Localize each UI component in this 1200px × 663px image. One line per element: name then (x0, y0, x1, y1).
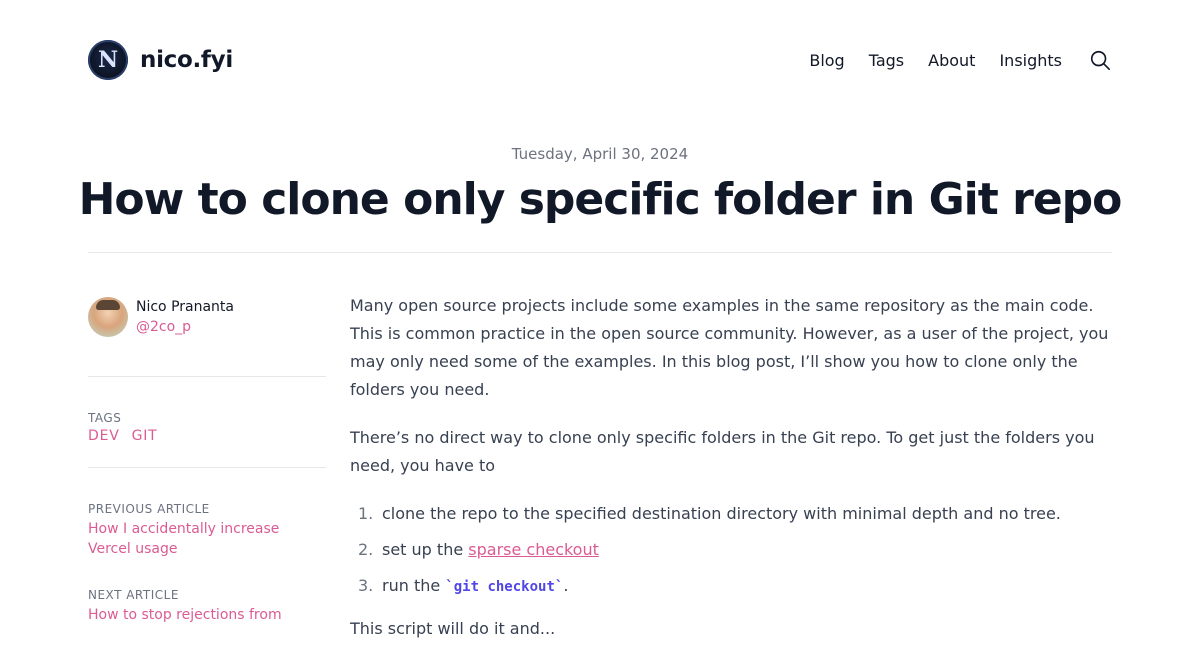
list-text: clone the repo to the specified destinat… (382, 504, 1061, 523)
logo-letter: N (97, 47, 119, 73)
previous-article: PREVIOUS ARTICLE How I accidentally incr… (88, 501, 326, 559)
search-button[interactable] (1088, 48, 1112, 72)
author-card: Nico Prananta @2co_p (88, 296, 326, 338)
main-nav: Blog Tags About Insights (809, 48, 1112, 72)
post-content: Many open source projects include some e… (350, 292, 1112, 663)
title-divider (88, 252, 1112, 253)
site-name[interactable]: nico.fyi (140, 47, 233, 73)
list-number: 2. (358, 540, 374, 559)
tag-dev[interactable]: DEV (88, 428, 120, 444)
post-sidebar: Nico Prananta @2co_p TAGS DEV GIT PREVIO… (88, 296, 326, 625)
list-number: 3. (358, 576, 374, 595)
author-handle[interactable]: @2co_p (136, 317, 234, 337)
brand[interactable]: N nico.fyi (88, 40, 233, 80)
tag-git[interactable]: GIT (132, 428, 158, 444)
post-date: Tuesday, April 30, 2024 (511, 145, 689, 163)
nav-tags[interactable]: Tags (869, 51, 904, 70)
next-article: NEXT ARTICLE How to stop rejections from (88, 587, 326, 625)
nav-about[interactable]: About (928, 51, 975, 70)
previous-article-link[interactable]: How I accidentally increase Vercel usage (88, 519, 326, 559)
list-text-suffix: . (563, 576, 569, 595)
tags-section: TAGS DEV GIT (88, 410, 326, 444)
sparse-checkout-link[interactable]: sparse checkout (468, 540, 599, 559)
site-logo[interactable]: N (88, 40, 128, 80)
list-text: run the `git checkout`. (382, 572, 568, 601)
list-number: 1. (358, 504, 374, 523)
avatar (88, 297, 128, 337)
nav-blog[interactable]: Blog (809, 51, 844, 70)
paragraph: Many open source projects include some e… (350, 296, 1109, 399)
author-name: Nico Prananta (136, 299, 234, 315)
next-article-link[interactable]: How to stop rejections from (88, 605, 326, 625)
list-text: set up the sparse checkout (382, 536, 599, 564)
site-header: N nico.fyi Blog Tags About Insights (88, 40, 1112, 80)
list-text-prefix: run the (382, 576, 446, 595)
tags-label: TAGS (88, 411, 122, 425)
list-item: 1. clone the repo to the specified desti… (350, 500, 1112, 528)
steps-list: 1. clone the repo to the specified desti… (350, 500, 1112, 601)
list-item: 2. set up the sparse checkout (350, 536, 1112, 564)
list-item: 3. run the `git checkout`. (350, 572, 1112, 601)
paragraph: This script will do it and... (350, 619, 556, 638)
post-title: How to clone only specific folder in Git… (78, 174, 1123, 225)
search-icon (1090, 50, 1110, 70)
inline-code: `git checkout` (445, 579, 564, 595)
list-text-prefix: set up the (382, 540, 469, 559)
paragraph: There’s no direct way to clone only spec… (350, 428, 1095, 475)
next-article-label: NEXT ARTICLE (88, 588, 179, 602)
tag-list: DEV GIT (88, 428, 326, 444)
nav-insights[interactable]: Insights (999, 51, 1062, 70)
previous-article-label: PREVIOUS ARTICLE (88, 502, 210, 516)
sidebar-divider (88, 376, 326, 377)
sidebar-divider (88, 467, 326, 468)
